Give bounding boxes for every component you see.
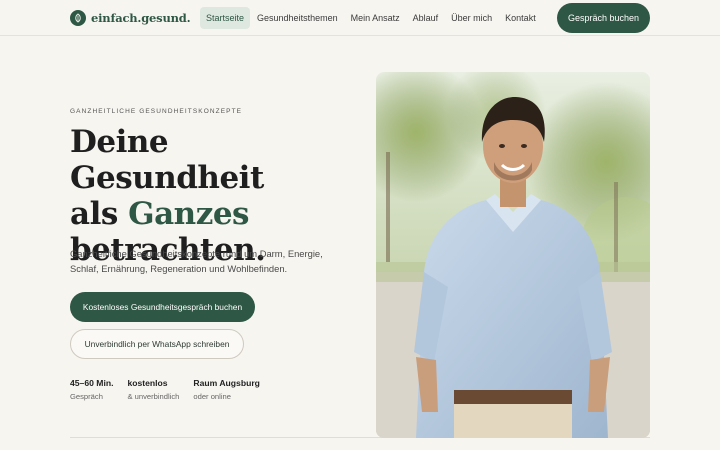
fact-subtitle: Gespräch: [70, 392, 103, 401]
nav-item-gesundheitsthemen[interactable]: Gesundheitsthemen: [251, 7, 344, 29]
nav-item-kontakt[interactable]: Kontakt: [499, 7, 542, 29]
free-consultation-button[interactable]: Kostenloses Gesundheitsgespräch buchen: [70, 292, 255, 322]
hero-eyebrow: GANZHEITLICHE GESUNDHEITSKONZEPTE: [70, 108, 243, 115]
hero-lede: Ganzheitliche Gesundheitskonzepte rund u…: [70, 248, 323, 274]
fact-title: 45–60 Min.: [70, 378, 114, 388]
nav-item-startseite[interactable]: Startseite: [200, 7, 251, 29]
fact-subtitle: oder online: [193, 392, 231, 401]
nav-item-mein-ansatz[interactable]: Mein Ansatz: [345, 7, 406, 29]
fact-title: Raum Augsburg: [193, 378, 260, 388]
fact-subtitle: & unverbindlich: [127, 392, 180, 401]
site-header: einfach.gesund. Startseite Gesundheitsth…: [0, 0, 720, 36]
fact-location: Raum Augsburg oder online: [193, 378, 260, 401]
fact-price: kostenlos & unverbindlich: [127, 378, 179, 401]
headline-line-1: Deine Gesundheit: [70, 124, 264, 196]
nav-item-ablauf[interactable]: Ablauf: [407, 7, 445, 29]
headline-accent: Ganzes: [128, 196, 249, 232]
hero-facts: 45–60 Min. Gespräch kostenlos & unverbin…: [70, 378, 274, 401]
headline-line-2-prefix: als: [70, 196, 129, 232]
whatsapp-button[interactable]: Unverbindlich per WhatsApp schreiben: [70, 329, 244, 359]
fact-duration: 45–60 Min. Gespräch: [70, 378, 113, 401]
portrait-photo: [376, 72, 650, 438]
leaf-icon: [70, 10, 86, 26]
fact-title: kostenlos: [127, 378, 168, 388]
brand-logo[interactable]: einfach.gesund.: [70, 9, 191, 27]
brand-name: einfach.gesund.: [91, 11, 191, 25]
nav-item-ueber-mich[interactable]: Über mich: [445, 7, 498, 29]
book-call-button[interactable]: Gespräch buchen: [557, 3, 650, 33]
main-nav: Startseite Gesundheitsthemen Mein Ansatz…: [200, 7, 543, 29]
